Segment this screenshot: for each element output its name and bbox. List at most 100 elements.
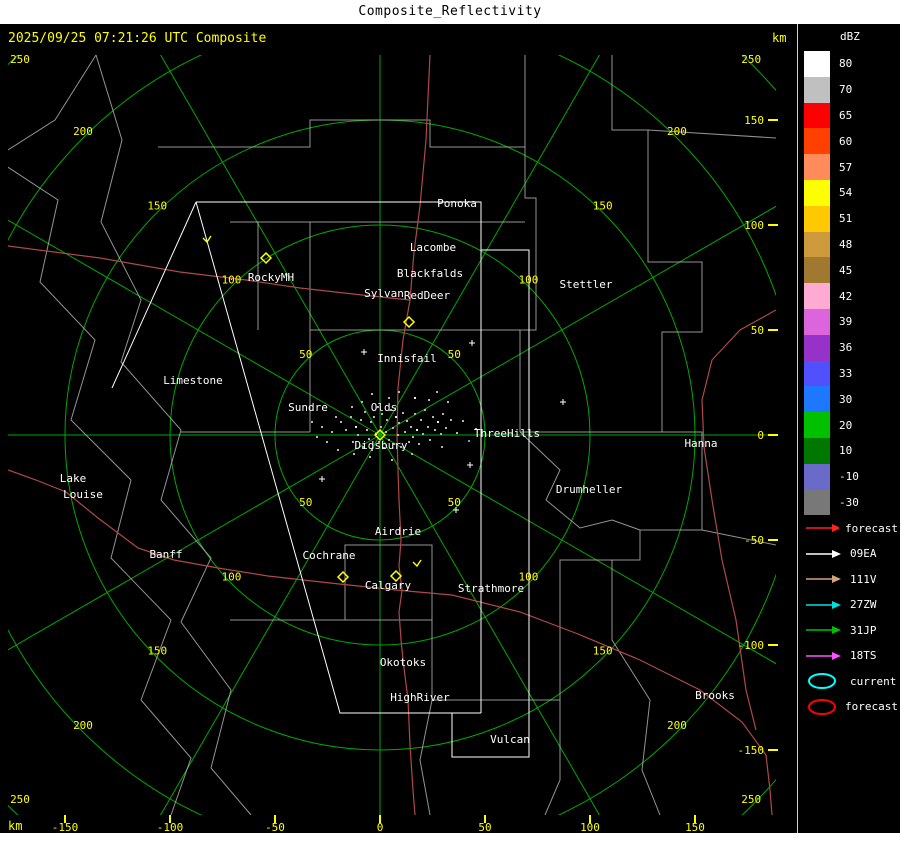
dbz-color-swatch (804, 128, 830, 155)
arrow-head (832, 600, 841, 609)
ring-distance-label: 50 (299, 348, 312, 361)
city-label: Brooks (695, 689, 735, 702)
arrow-head (832, 575, 841, 584)
right-axis-label: 150 (744, 114, 764, 127)
city-label: Calgary (365, 579, 412, 592)
road-line (8, 469, 773, 815)
radar-echo (416, 429, 418, 431)
radar-echo (370, 421, 372, 423)
radar-echo (428, 399, 430, 401)
radar-echo (411, 453, 413, 455)
ring-distance-label: 250 (741, 793, 761, 806)
right-axis-label: 50 (751, 324, 764, 337)
radar-echo (345, 429, 347, 431)
legend-item: 18TS (804, 643, 898, 669)
ring-distance-label: 200 (667, 125, 687, 138)
window-title: Composite_Reflectivity (0, 0, 900, 24)
radar-echo (422, 433, 424, 435)
dbz-scale-row: 48 (804, 231, 898, 258)
radar-echo (424, 409, 426, 411)
city-label: Lake (60, 472, 87, 485)
radar-echo (326, 441, 328, 443)
dbz-value-label: 10 (839, 444, 853, 458)
legend-item-label: 31JP (850, 623, 877, 637)
dbz-value-label: 70 (839, 83, 853, 97)
dbz-color-swatch (804, 179, 830, 206)
track-arrow-icon (806, 575, 841, 584)
city-label: Limestone (163, 374, 223, 387)
radar-app-window: Ponoka Lacombe Blackfalds RedDeer Sylvan Stet… (0, 0, 900, 841)
right-axis-label: -100 (738, 639, 765, 652)
radar-echo (414, 413, 416, 415)
dbz-scale-row: 70 (804, 76, 898, 103)
legend-item-label: 111V (850, 572, 877, 586)
city-label: Okotoks (380, 656, 426, 669)
dbz-color-swatch (804, 76, 830, 103)
dbz-color-swatch (804, 463, 830, 490)
ring-distance-label: 100 (222, 274, 242, 287)
check-marker-icon (412, 559, 422, 568)
arrow-head (832, 626, 841, 635)
track-arrow-icon (806, 524, 840, 533)
dbz-color-swatch (804, 102, 830, 129)
dbz-color-swatch (804, 283, 830, 309)
radar-echo (331, 431, 333, 433)
dbz-value-label: 33 (839, 366, 853, 380)
ring-distance-label: 100 (519, 570, 539, 583)
dbz-color-swatch (804, 51, 830, 77)
road-line (701, 309, 776, 731)
dbz-scale-row: 39 (804, 308, 898, 335)
radar-map-canvas[interactable]: Ponoka Lacombe Blackfalds RedDeerSylvan Stet… (0, 0, 900, 841)
radar-echo (351, 406, 353, 408)
legend-item-label: 27ZW (850, 598, 877, 612)
dbz-color-swatch (804, 205, 830, 232)
radar-echo (361, 401, 363, 403)
ring-distance-label: 150 (593, 199, 613, 212)
dbz-value-label: 80 (839, 57, 853, 71)
boundary-line (612, 431, 703, 561)
arrow-head (832, 651, 841, 660)
radar-echo (414, 397, 416, 399)
dbz-color-swatch (804, 437, 830, 464)
radar-echo (353, 453, 355, 455)
radar-echo (441, 446, 443, 448)
dbz-scale-row: -10 (804, 463, 898, 490)
radar-echo (392, 427, 394, 429)
legend-item-label: 09EA (850, 547, 877, 561)
city-label: Innisfail (377, 352, 437, 365)
city-label: Banff (149, 548, 182, 561)
city-label: Olds (371, 401, 398, 414)
radar-echo (442, 413, 444, 415)
ring-distance-label: 250 (10, 793, 30, 806)
radar-echo (427, 426, 429, 428)
dbz-color-swatch (804, 360, 830, 387)
radar-echo (410, 426, 412, 428)
dbz-scale-row: 60 (804, 128, 898, 155)
radar-echo (337, 449, 339, 451)
track-arrow-icon (806, 651, 841, 660)
radar-echo (404, 431, 406, 433)
city-label: Didsbury (355, 439, 408, 452)
dbz-scale-row: 42 (804, 283, 898, 309)
dbz-scale-row: 20 (804, 412, 898, 438)
city-label: Airdrie (375, 525, 421, 538)
radar-echo (385, 431, 387, 433)
city-label: Sundre (288, 401, 328, 414)
dbz-value-label: -30 (839, 495, 859, 509)
radar-echo (371, 393, 373, 395)
city-label: ThreeHills (474, 427, 540, 440)
radar-echo (406, 420, 408, 422)
legend-item: 111V (804, 566, 898, 592)
azimuth-line (379, 55, 600, 436)
ring-distance-label: 150 (593, 645, 613, 658)
dbz-value-label: -10 (839, 470, 859, 484)
city-label: HighRiver (390, 691, 450, 704)
city-label: RedDeer (404, 289, 451, 302)
dbz-scale-row: 80 (804, 51, 898, 77)
radar-echo (397, 434, 399, 436)
radar-echo (340, 421, 342, 423)
city-label: RockyMH (248, 271, 294, 284)
legend-item: forecast (804, 515, 898, 541)
radar-echo (447, 401, 449, 403)
dbz-value-label: 48 (839, 237, 853, 251)
